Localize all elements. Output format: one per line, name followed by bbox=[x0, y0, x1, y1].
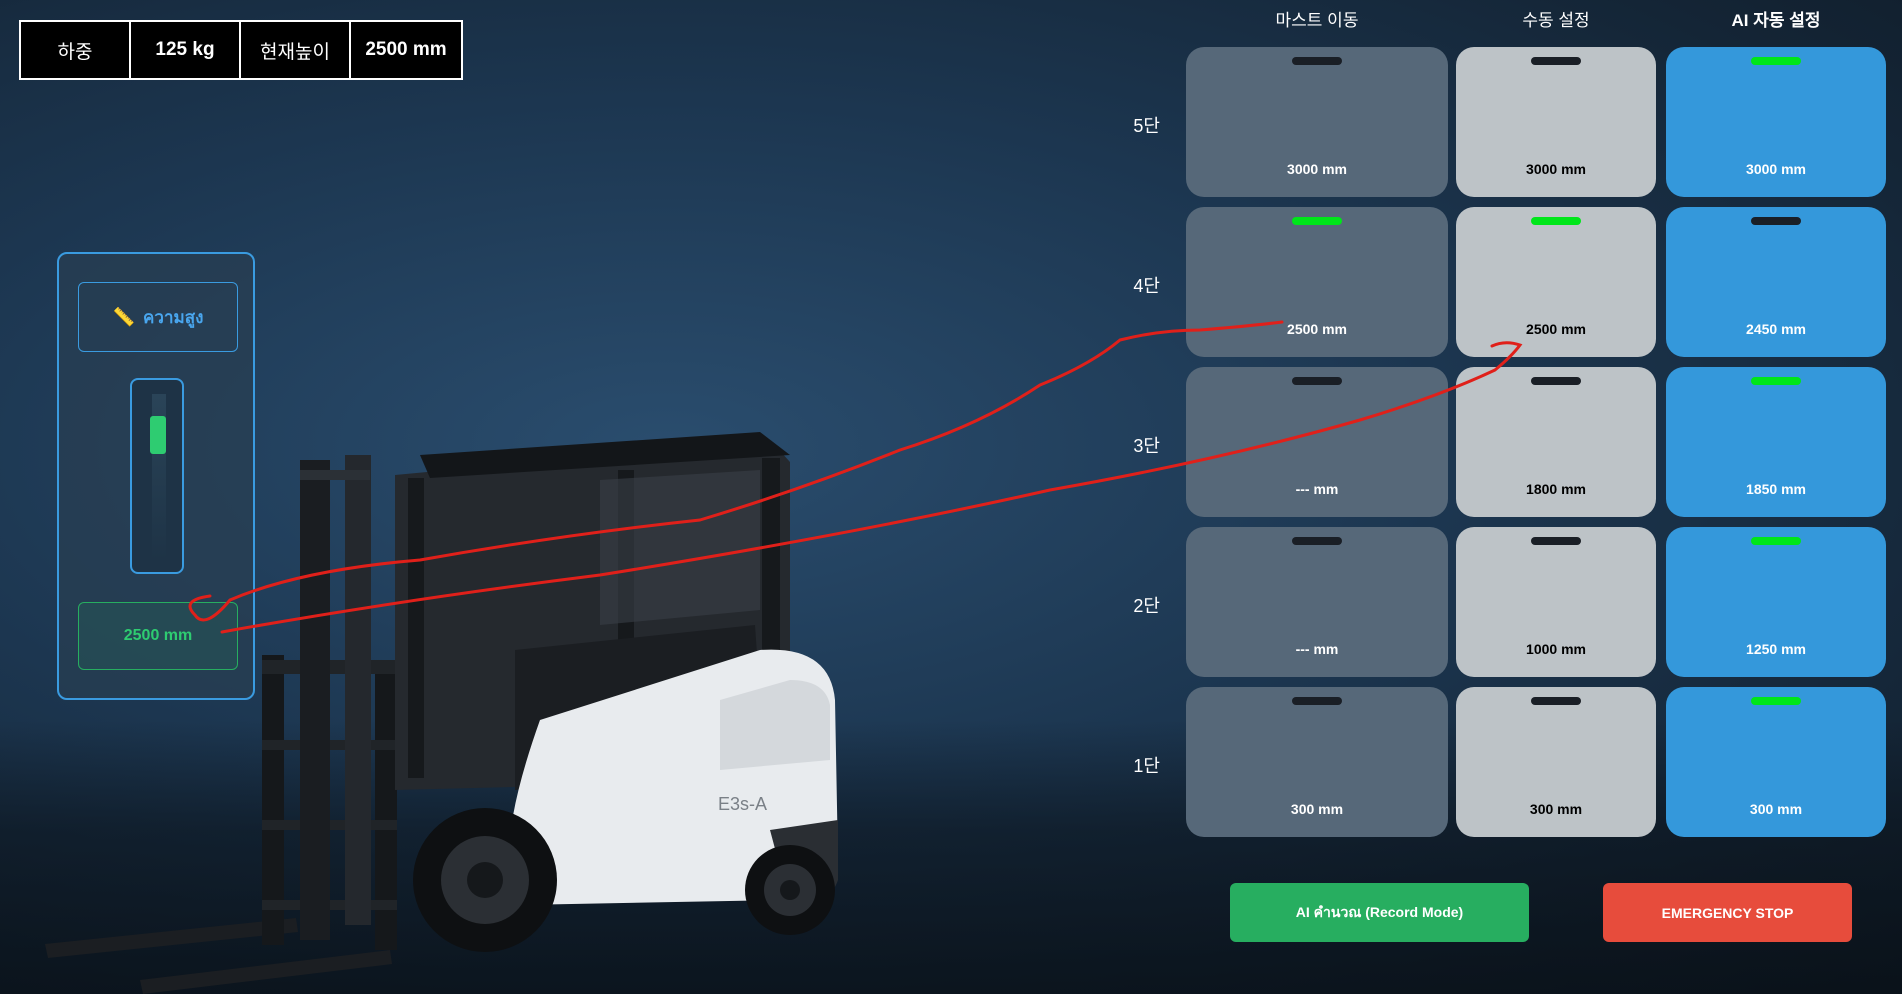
status-indicator bbox=[1531, 57, 1581, 65]
status-indicator bbox=[1751, 217, 1801, 225]
status-indicator bbox=[1531, 537, 1581, 545]
level-height-value: --- mm bbox=[1295, 481, 1339, 497]
level-height-value: 2500 mm bbox=[1526, 321, 1586, 337]
level-card-mast-5[interactable]: 3000 mm bbox=[1186, 47, 1448, 197]
column-header-manual: 수동 설정 bbox=[1522, 11, 1590, 30]
status-indicator bbox=[1751, 377, 1801, 385]
column-header-ai: AI 자동 설정 bbox=[1731, 11, 1821, 30]
height-gauge bbox=[130, 378, 184, 574]
level-card-manual-5[interactable]: 3000 mm bbox=[1456, 47, 1656, 197]
level-height-value: 3000 mm bbox=[1746, 161, 1806, 177]
level-height-value: 1850 mm bbox=[1746, 481, 1806, 497]
height-readout: 2500 mm bbox=[78, 602, 238, 670]
level-card-ai-2[interactable]: 1250 mm bbox=[1666, 527, 1886, 677]
ruler-icon: 📏 bbox=[112, 306, 136, 327]
level-card-mast-4[interactable]: 2500 mm bbox=[1186, 207, 1448, 357]
level-height-value: 2500 mm bbox=[1287, 321, 1347, 337]
ai-record-button[interactable]: AI คำนวณ (Record Mode) bbox=[1230, 883, 1529, 942]
level-card-ai-3[interactable]: 1850 mm bbox=[1666, 367, 1886, 517]
level-height-value: 3000 mm bbox=[1526, 161, 1586, 177]
level-card-mast-1[interactable]: 300 mm bbox=[1186, 687, 1448, 837]
status-indicator bbox=[1531, 697, 1581, 705]
row-label-5: 5단 bbox=[1133, 116, 1160, 136]
level-height-value: --- mm bbox=[1295, 641, 1339, 657]
height-title: 📏 ความสูง bbox=[78, 282, 238, 352]
status-indicator bbox=[1751, 697, 1801, 705]
level-card-mast-3[interactable]: --- mm bbox=[1186, 367, 1448, 517]
row-label-1: 1단 bbox=[1133, 756, 1160, 776]
level-height-value: 300 mm bbox=[1290, 801, 1344, 817]
level-card-manual-3[interactable]: 1800 mm bbox=[1456, 367, 1656, 517]
gauge-indicator bbox=[150, 416, 166, 455]
emergency-stop-button[interactable]: EMERGENCY STOP bbox=[1603, 883, 1852, 942]
level-height-value: 1800 mm bbox=[1526, 481, 1586, 497]
level-height-value: 300 mm bbox=[1749, 801, 1803, 817]
level-card-ai-4[interactable]: 2450 mm bbox=[1666, 207, 1886, 357]
level-card-manual-1[interactable]: 300 mm bbox=[1456, 687, 1656, 837]
level-height-value: 3000 mm bbox=[1287, 161, 1347, 177]
level-height-value: 300 mm bbox=[1529, 801, 1583, 817]
status-indicator bbox=[1292, 537, 1342, 545]
status-indicator bbox=[1292, 217, 1342, 225]
level-card-manual-4[interactable]: 2500 mm bbox=[1456, 207, 1656, 357]
status-indicator bbox=[1531, 217, 1581, 225]
status-indicator bbox=[1531, 377, 1581, 385]
level-height-value: 1250 mm bbox=[1746, 641, 1806, 657]
height-panel: 📏 ความสูง 2500 mm bbox=[57, 252, 255, 700]
level-card-ai-5[interactable]: 3000 mm bbox=[1666, 47, 1886, 197]
status-indicator bbox=[1292, 377, 1342, 385]
status-indicator bbox=[1751, 57, 1801, 65]
level-card-manual-2[interactable]: 1000 mm bbox=[1456, 527, 1656, 677]
row-label-4: 4단 bbox=[1133, 276, 1160, 296]
row-label-3: 3단 bbox=[1133, 436, 1160, 456]
level-height-value: 1000 mm bbox=[1526, 641, 1586, 657]
status-indicator bbox=[1751, 537, 1801, 545]
height-title-label: ความสูง bbox=[143, 307, 204, 327]
status-indicator bbox=[1292, 697, 1342, 705]
column-header-mast: 마스트 이동 bbox=[1275, 11, 1359, 30]
row-label-2: 2단 bbox=[1133, 596, 1160, 616]
level-card-mast-2[interactable]: --- mm bbox=[1186, 527, 1448, 677]
level-card-ai-1[interactable]: 300 mm bbox=[1666, 687, 1886, 837]
level-height-value: 2450 mm bbox=[1746, 321, 1806, 337]
status-indicator bbox=[1292, 57, 1342, 65]
vehicle-model-text: E3s-A bbox=[718, 794, 767, 814]
